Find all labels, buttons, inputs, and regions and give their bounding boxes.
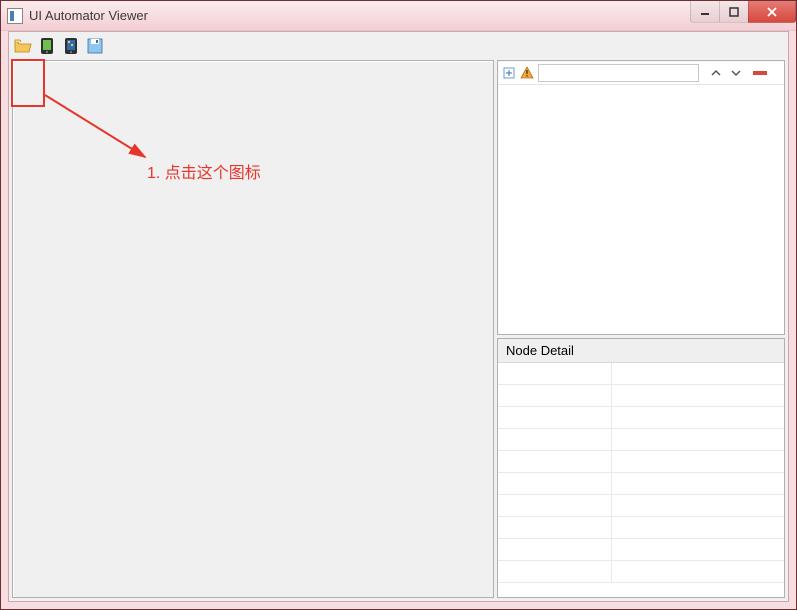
table-row <box>498 495 784 517</box>
annotation-highlight-rect <box>11 59 45 107</box>
table-row <box>498 473 784 495</box>
screenshot-pane[interactable]: 1. 点击这个图标 <box>12 60 494 598</box>
chevron-up-icon <box>710 68 722 78</box>
node-detail-title: Node Detail <box>498 339 784 363</box>
search-prev-button[interactable] <box>709 66 723 80</box>
app-window: UI Automator Viewer <box>0 0 797 610</box>
save-icon <box>87 38 103 54</box>
save-button[interactable] <box>85 36 105 56</box>
tree-search-input[interactable] <box>538 64 699 82</box>
annotation-arrow-icon <box>41 91 161 181</box>
main-split: 1. 点击这个图标 <box>9 60 788 601</box>
table-row <box>498 429 784 451</box>
minimize-button[interactable] <box>690 1 720 23</box>
expand-all-button[interactable] <box>502 66 516 80</box>
close-icon <box>766 6 778 18</box>
table-row <box>498 363 784 385</box>
window-controls <box>691 1 796 23</box>
table-row <box>498 539 784 561</box>
window-title: UI Automator Viewer <box>29 8 148 23</box>
toggle-naf-button[interactable] <box>520 66 534 80</box>
table-row <box>498 407 784 429</box>
table-row <box>498 561 784 583</box>
open-button[interactable] <box>13 36 33 56</box>
maximize-button[interactable] <box>719 1 749 23</box>
right-column: Node Detail <box>497 60 785 598</box>
clear-search-button[interactable] <box>753 71 767 75</box>
expand-all-icon <box>503 67 515 79</box>
client-area: 1. 点击这个图标 <box>8 31 789 602</box>
device-hierarchy-icon <box>63 37 79 55</box>
node-detail-table[interactable] <box>498 363 784 597</box>
device-hierarchy-button[interactable] <box>61 36 81 56</box>
node-detail-pane: Node Detail <box>497 338 785 598</box>
folder-open-icon <box>14 38 32 54</box>
tree-toolbar <box>498 61 784 85</box>
table-row <box>498 451 784 473</box>
search-next-button[interactable] <box>729 66 743 80</box>
hierarchy-tree-pane <box>497 60 785 335</box>
titlebar[interactable]: UI Automator Viewer <box>1 1 796 31</box>
device-screenshot-icon <box>39 37 55 55</box>
close-button[interactable] <box>748 1 796 23</box>
table-row <box>498 517 784 539</box>
device-screenshot-button[interactable] <box>37 36 57 56</box>
maximize-icon <box>729 7 739 17</box>
chevron-down-icon <box>730 68 742 78</box>
toolbar <box>9 32 788 60</box>
warning-icon <box>520 66 534 80</box>
table-row <box>498 385 784 407</box>
app-icon <box>7 8 23 24</box>
minimize-icon <box>700 7 710 17</box>
annotation-text: 1. 点击这个图标 <box>147 159 261 183</box>
hierarchy-tree[interactable] <box>498 85 784 334</box>
